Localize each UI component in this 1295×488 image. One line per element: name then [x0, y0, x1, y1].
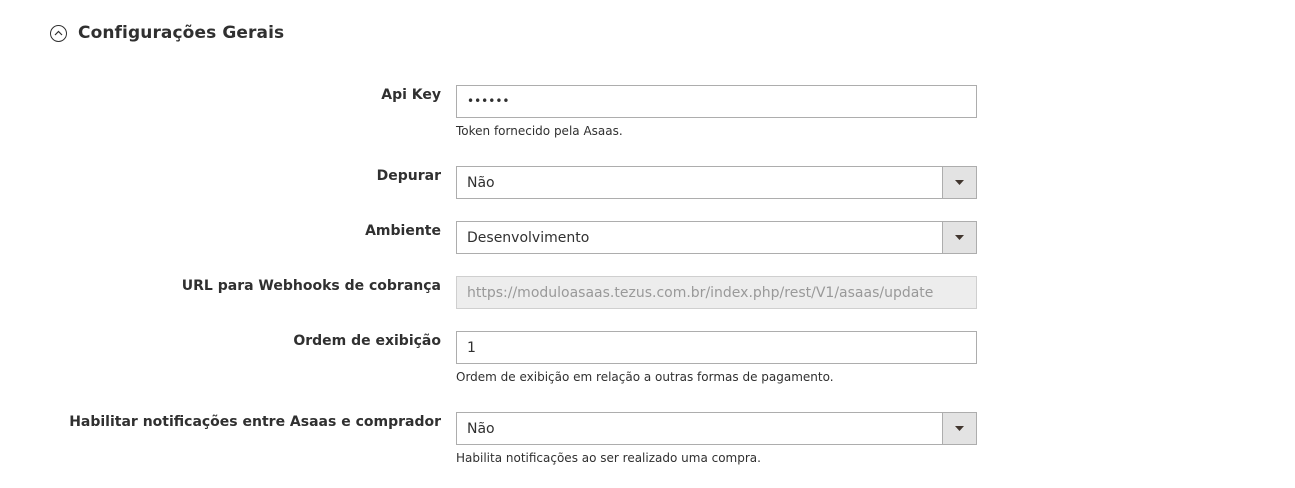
ambiente-label: Ambiente: [365, 223, 441, 239]
notificacoes-select[interactable]: Não: [456, 412, 977, 445]
notificacoes-note: Habilita notificações ao ser realizado u…: [456, 451, 761, 465]
chevron-up-circle-icon: [50, 24, 67, 42]
depurar-label: Depurar: [376, 168, 441, 184]
api-key-input[interactable]: ••••••: [456, 85, 977, 118]
ordem-label: Ordem de exibição: [293, 333, 441, 349]
triangle-down-icon: [942, 167, 976, 198]
ordem-input[interactable]: 1: [456, 331, 977, 364]
ordem-note: Ordem de exibição em relação a outras fo…: [456, 370, 834, 384]
triangle-down-icon: [942, 222, 976, 253]
webhook-url-input: https://moduloasaas.tezus.com.br/index.p…: [456, 276, 977, 309]
api-key-note: Token fornecido pela Asaas.: [456, 124, 623, 138]
api-key-value: ••••••: [467, 93, 510, 108]
section-header-toggle[interactable]: Configurações Gerais: [50, 20, 284, 46]
webhook-url-value: https://moduloasaas.tezus.com.br/index.p…: [467, 284, 934, 301]
ordem-value: 1: [467, 339, 476, 356]
depurar-value: Não: [467, 174, 495, 191]
ambiente-value: Desenvolvimento: [467, 229, 590, 246]
ambiente-select[interactable]: Desenvolvimento: [456, 221, 977, 254]
notificacoes-label: Habilitar notificações entre Asaas e com…: [69, 414, 441, 430]
depurar-select[interactable]: Não: [456, 166, 977, 199]
section-title: Configurações Gerais: [78, 23, 285, 43]
triangle-down-icon: [942, 413, 976, 444]
webhook-url-label: URL para Webhooks de cobrança: [181, 278, 441, 294]
api-key-label: Api Key: [381, 87, 441, 103]
notificacoes-value: Não: [467, 420, 495, 437]
